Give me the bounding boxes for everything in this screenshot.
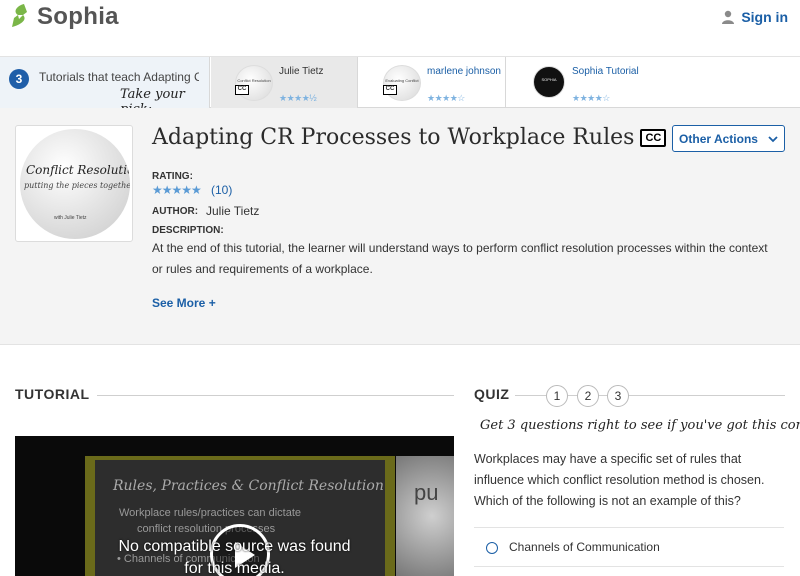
page-title-text: Adapting CR Processes to Workplace Rules bbox=[152, 125, 635, 150]
tutorial-card-marlene-johnson[interactable]: Evaluating Conflict CC marlene johnson ★… bbox=[359, 57, 506, 108]
tutorial-cover-image: Conflict Resolution putting the pieces t… bbox=[15, 125, 133, 242]
media-error-line-1: No compatible source was found bbox=[118, 538, 351, 555]
take-your-pick-label: Take your pick: bbox=[120, 87, 185, 108]
tutorial-rating-stars: ★★★★☆ bbox=[427, 93, 465, 103]
cover-subtitle: putting the pieces together bbox=[24, 181, 130, 190]
author-label: AUTHOR: bbox=[152, 206, 199, 217]
site-header: Sophia Sign in bbox=[0, 0, 800, 57]
rating-label: RATING: bbox=[152, 171, 193, 182]
tutorial-thumbnail: Conflict Resolution bbox=[235, 65, 273, 101]
quiz-option[interactable]: Channels of Communication bbox=[474, 527, 784, 567]
quiz-question-text: Workplaces may have a specific set of ru… bbox=[474, 452, 765, 508]
other-actions-button[interactable]: Other Actions bbox=[672, 125, 785, 152]
video-player[interactable]: Rules, Practices & Conflict Resolution W… bbox=[15, 436, 454, 576]
tutorial-card-sophia-tutorial[interactable]: SOPHIA Sophia Tutorial ★★★★☆ bbox=[507, 57, 800, 108]
other-actions-label: Other Actions bbox=[679, 131, 758, 146]
closed-caption-icon: CC bbox=[235, 85, 249, 95]
tutorial-author-name: Julie Tietz bbox=[279, 66, 324, 77]
tutorial-rating-stars: ★★★★½ bbox=[279, 93, 317, 103]
tutorials-strip: 3 Tutorials that teach Adapting CR Proce… bbox=[0, 57, 800, 108]
author-name: Julie Tietz bbox=[206, 204, 260, 218]
description-label: DESCRIPTION: bbox=[152, 225, 224, 236]
slide-title: Rules, Practices & Conflict Resolution bbox=[113, 478, 384, 494]
side-image-text: pu bbox=[414, 480, 439, 505]
tutorial-heading: TUTORIAL bbox=[15, 386, 90, 402]
quiz-option-label: Channels of Communication bbox=[509, 540, 660, 554]
tutorial-card-julie-tietz[interactable]: Conflict Resolution CC Julie Tietz ★★★★½ bbox=[211, 57, 358, 108]
quiz-question-2[interactable]: 2 bbox=[577, 385, 599, 407]
tutorials-strip-title: Tutorials that teach Adapting CR Process… bbox=[39, 70, 199, 84]
cover-title: Conflict Resolution bbox=[26, 163, 130, 177]
tutorial-heading-divider bbox=[97, 395, 454, 396]
media-error-line-2: for this media. bbox=[184, 560, 285, 576]
sophia-logo-icon[interactable] bbox=[10, 3, 32, 29]
chevron-down-icon bbox=[768, 135, 778, 142]
cover-paper-circle: Conflict Resolution putting the pieces t… bbox=[20, 129, 130, 239]
tutorial-count-badge: 3 bbox=[9, 69, 29, 89]
brand-name[interactable]: Sophia bbox=[37, 3, 119, 31]
quiz-tagline: Get 3 questions right to see if you've g… bbox=[480, 418, 800, 433]
sign-in-label: Sign in bbox=[741, 9, 788, 25]
closed-caption-icon: CC bbox=[640, 129, 667, 147]
rating-stars: ★★★★★ bbox=[152, 183, 202, 197]
quiz-question-3[interactable]: 3 bbox=[607, 385, 629, 407]
user-icon bbox=[722, 10, 735, 24]
see-more-link[interactable]: See More + bbox=[152, 296, 216, 310]
tutorial-author-name: Sophia Tutorial bbox=[572, 66, 639, 77]
tutorial-thumbnail: Evaluating Conflict bbox=[383, 65, 421, 101]
closed-caption-icon: CC bbox=[383, 85, 397, 95]
radio-button[interactable] bbox=[486, 542, 498, 554]
media-error-message: No compatible source was found for this … bbox=[15, 536, 454, 576]
rating-count-link[interactable]: (10) bbox=[211, 183, 232, 197]
quiz-heading: QUIZ bbox=[474, 386, 510, 402]
tutorial-author-name: marlene johnson bbox=[427, 66, 501, 77]
tutorial-rating-stars: ★★★★☆ bbox=[572, 93, 610, 103]
slide-line-1: Workplace rules/practices can dictate bbox=[119, 507, 301, 519]
tutorials-strip-intro: 3 Tutorials that teach Adapting CR Proce… bbox=[0, 57, 210, 108]
description-text: At the end of this tutorial, the learner… bbox=[152, 241, 768, 276]
tutorial-thumbnail: SOPHIA bbox=[533, 66, 565, 98]
page-title: Adapting CR Processes to Workplace Rules… bbox=[152, 125, 667, 150]
quiz-question-1[interactable]: 1 bbox=[546, 385, 568, 407]
sign-in-link[interactable]: Sign in bbox=[721, 9, 788, 25]
cover-author: with Julie Tietz bbox=[54, 215, 87, 221]
